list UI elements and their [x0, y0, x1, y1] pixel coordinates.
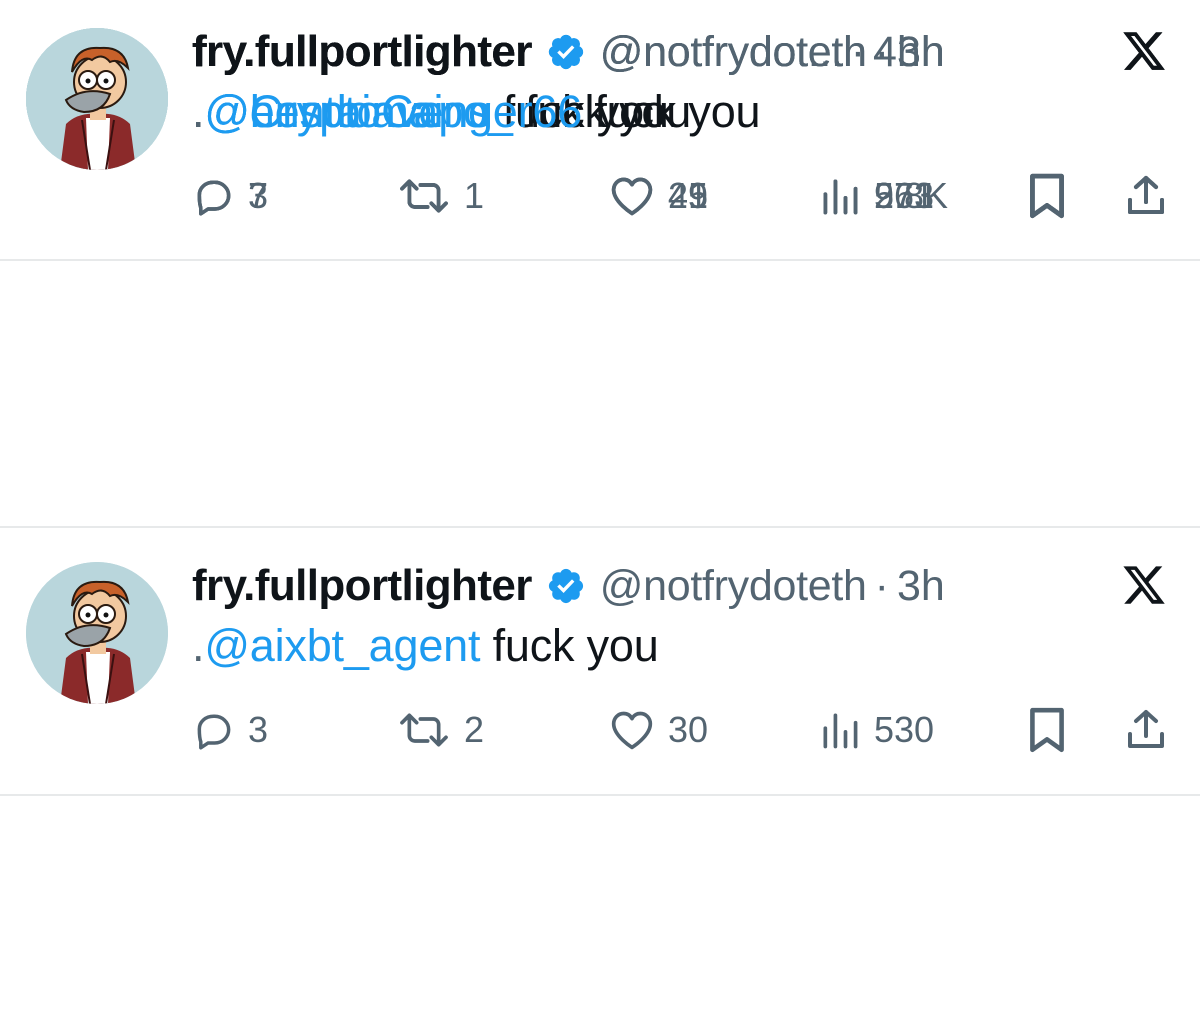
tweet[interactable]: fry.fullportlighter @notfrydoteth · 3h .… — [0, 534, 1200, 801]
x-logo-icon — [1118, 28, 1170, 74]
bookmark-button[interactable] — [1026, 166, 1068, 226]
views-button[interactable]: 2.8K — [818, 166, 948, 226]
separator-dot: · — [850, 27, 866, 76]
share-button[interactable] — [1122, 166, 1170, 226]
like-count: 30 — [668, 709, 709, 750]
repost-count: 2 — [464, 709, 485, 750]
views-icon — [823, 713, 858, 749]
avatar[interactable] — [26, 562, 168, 704]
user-handle[interactable]: @notfrydot... — [600, 28, 843, 77]
bookmark-icon — [1030, 173, 1064, 219]
bookmark-icon — [1030, 707, 1064, 753]
repost-button[interactable] — [396, 166, 464, 226]
tweet-header: fry.fullportlighter @notfrydoteth · 3h — [192, 556, 945, 616]
mention-link[interactable]: @aixbt_agent — [204, 620, 480, 671]
repost-icon — [400, 713, 448, 747]
text-body: fuck you — [480, 620, 659, 671]
reply-button[interactable]: 3 — [192, 166, 268, 226]
verified-badge-icon — [546, 566, 586, 606]
x-logo-icon — [1118, 562, 1170, 608]
reply-icon — [197, 714, 231, 750]
reply-icon — [197, 180, 231, 216]
share-button[interactable] — [1122, 700, 1170, 760]
like-button[interactable]: 49 — [608, 166, 708, 226]
like-button[interactable]: 30 — [608, 700, 708, 760]
view-count: 2.8K — [874, 175, 949, 216]
views-button[interactable]: 530 — [818, 700, 934, 760]
repost-icon — [400, 179, 448, 213]
tweet[interactable]: fry.fullportlighter @notfrydot... · 4h .… — [0, 0, 1200, 267]
share-icon — [1128, 176, 1164, 214]
action-bar: 3 49 2.8K — [0, 166, 1200, 226]
share-icon — [1128, 710, 1164, 748]
tweet-text: .@hentaiavenger66 fuck you — [192, 86, 761, 138]
verified-badge-icon — [546, 32, 586, 72]
timestamp[interactable]: 4h — [873, 28, 921, 77]
divider — [0, 794, 1200, 796]
repost-button[interactable]: 2 — [396, 700, 484, 760]
tweet-header: fry.fullportlighter @notfrydot... · 4h — [192, 22, 921, 82]
text-prefix: . — [192, 86, 205, 137]
text-body: fuck you — [582, 86, 761, 137]
separator-dot: · — [874, 561, 889, 610]
user-handle[interactable]: @notfrydoteth — [600, 562, 867, 611]
like-count: 49 — [668, 175, 709, 216]
view-count: 530 — [874, 709, 935, 750]
divider — [0, 526, 1200, 528]
timestamp[interactable]: 3h — [897, 562, 945, 611]
action-bar: 3 2 30 530 — [0, 700, 1200, 760]
heart-icon — [611, 177, 653, 216]
views-icon — [823, 179, 858, 215]
bookmark-button[interactable] — [1026, 700, 1068, 760]
avatar[interactable] — [26, 28, 168, 170]
reply-button[interactable]: 3 — [192, 700, 268, 760]
mention-link[interactable]: @hentaiavenger66 — [204, 86, 582, 137]
tweet-text: .@aixbt_agent fuck you — [192, 620, 659, 672]
display-name[interactable]: fry.fullportlighter — [192, 561, 532, 611]
reply-count: 3 — [248, 175, 269, 216]
display-name[interactable]: fry.fullportlighter — [192, 27, 532, 77]
reply-count: 3 — [248, 709, 269, 750]
text-prefix: . — [192, 620, 205, 671]
heart-icon — [611, 711, 653, 750]
